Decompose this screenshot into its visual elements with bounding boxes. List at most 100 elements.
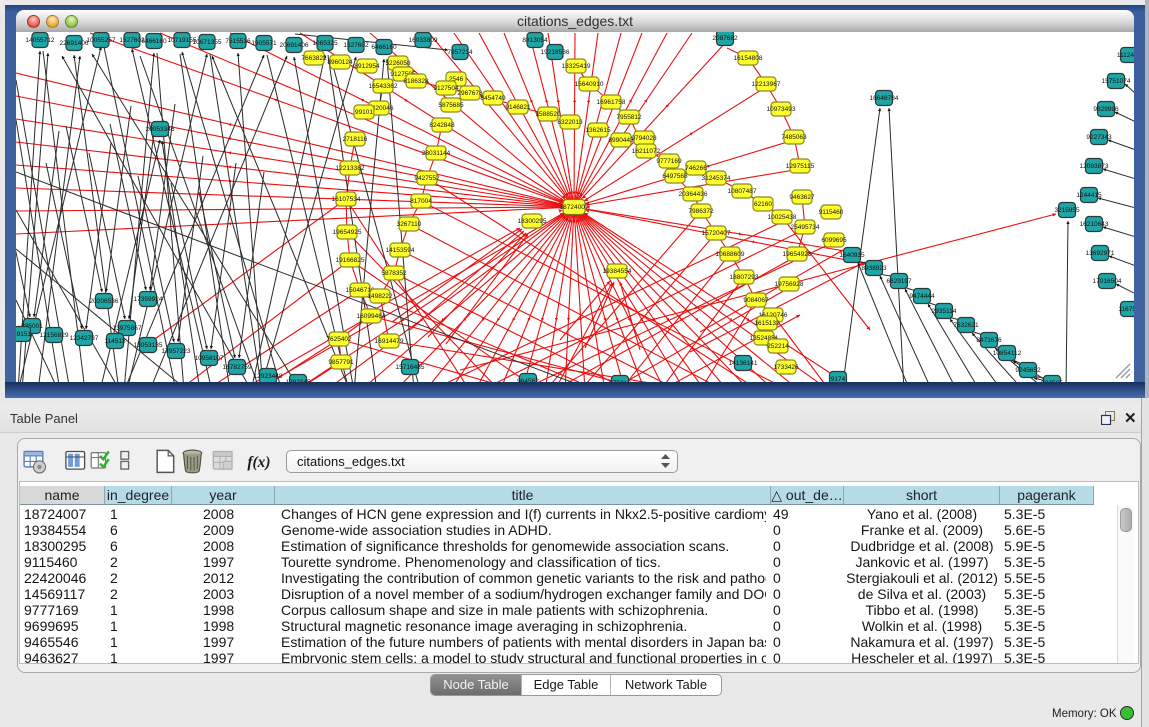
svg-text:13325419: 13325419 — [562, 63, 591, 70]
svg-text:16211072: 16211072 — [632, 148, 661, 155]
svg-text:18300295: 18300295 — [518, 218, 547, 225]
svg-text:17957223: 17957223 — [162, 348, 191, 355]
svg-text:16961758: 16961758 — [597, 99, 626, 106]
svg-text:964562: 964562 — [517, 378, 539, 382]
svg-text:19166825: 19166825 — [336, 257, 365, 264]
svg-text:12975115: 12975115 — [786, 163, 815, 170]
svg-text:18724007: 18724007 — [560, 204, 589, 211]
svg-text:9794028: 9794028 — [631, 135, 657, 142]
svg-text:1112453: 1112453 — [1117, 52, 1134, 59]
svg-text:9174: 9174 — [831, 376, 846, 382]
svg-text:15053135: 15053135 — [134, 342, 163, 349]
svg-text:19384554: 19384554 — [603, 268, 632, 275]
svg-text:5878352: 5878352 — [381, 270, 407, 277]
svg-text:14153594: 14153594 — [386, 247, 415, 254]
svg-text:12213967: 12213967 — [752, 81, 781, 88]
svg-text:16107534: 16107534 — [332, 196, 361, 203]
svg-text:15751074: 15751074 — [1102, 78, 1131, 85]
svg-text:16099464: 16099464 — [357, 313, 386, 320]
svg-text:2718116: 2718116 — [343, 136, 368, 143]
svg-text:14136141: 14136141 — [729, 360, 758, 367]
svg-text:114513: 114513 — [104, 338, 126, 345]
svg-text:8471676: 8471676 — [976, 337, 1002, 344]
svg-text:975312: 975312 — [609, 380, 631, 382]
svg-text:6497568: 6497568 — [662, 173, 688, 180]
svg-text:9115460: 9115460 — [819, 209, 844, 216]
svg-text:16782759: 16782759 — [223, 364, 252, 371]
svg-text:25495734: 25495734 — [791, 224, 820, 231]
svg-text:15716485: 15716485 — [396, 364, 425, 371]
svg-text:8960124: 8960124 — [327, 59, 353, 66]
svg-text:62160: 62160 — [754, 201, 772, 208]
svg-text:31245374: 31245374 — [702, 175, 731, 182]
svg-text:1065325: 1065325 — [312, 40, 338, 47]
svg-text:7485063: 7485063 — [781, 134, 807, 141]
svg-text:9227343: 9227343 — [1086, 134, 1112, 141]
svg-text:19218586: 19218586 — [541, 49, 570, 56]
svg-text:9463627: 9463627 — [789, 194, 815, 201]
svg-text:5875685: 5875685 — [438, 102, 464, 109]
svg-text:6099695: 6099695 — [821, 237, 847, 244]
svg-text:16648784: 16648784 — [870, 95, 899, 102]
svg-text:8186328: 8186328 — [403, 78, 429, 85]
svg-text:12342737: 12342737 — [70, 335, 99, 342]
svg-text:9857791: 9857791 — [328, 359, 354, 366]
svg-text:19756928: 19756928 — [775, 281, 804, 288]
svg-text:1615132: 1615132 — [754, 320, 780, 327]
svg-text:9329996: 9329996 — [1093, 106, 1119, 113]
svg-text:10973493: 10973493 — [767, 106, 796, 113]
svg-text:3215955: 3215955 — [1054, 207, 1080, 214]
svg-text:20364436: 20364436 — [679, 191, 708, 198]
svg-text:7955812: 7955812 — [616, 114, 642, 121]
svg-text:15720407: 15720407 — [702, 230, 731, 237]
svg-text:1362615: 1362615 — [585, 127, 611, 134]
svg-text:817004: 817004 — [410, 198, 432, 205]
svg-text:39151: 39151 — [16, 331, 31, 338]
svg-text:22691406: 22691406 — [60, 40, 89, 47]
svg-text:14055712: 14055712 — [26, 37, 55, 44]
svg-text:12923448: 12923448 — [254, 373, 283, 380]
svg-text:6466160: 6466160 — [371, 44, 397, 51]
svg-text:9474444: 9474444 — [909, 293, 935, 300]
svg-text:28031144: 28031144 — [422, 150, 451, 157]
svg-text:f(x): f(x) — [247, 454, 270, 471]
svg-text:5226058: 5226058 — [385, 60, 411, 67]
svg-text:20691406: 20691406 — [280, 42, 309, 49]
svg-text:9245652: 9245652 — [1015, 367, 1041, 374]
svg-text:8813054: 8813054 — [522, 37, 548, 44]
svg-text:1527602: 1527602 — [343, 42, 369, 49]
svg-text:746266: 746266 — [685, 165, 707, 172]
svg-text:9146821: 9146821 — [505, 104, 531, 111]
svg-text:10055257: 10055257 — [87, 37, 116, 44]
svg-text:1588520: 1588520 — [535, 111, 561, 118]
svg-text:6322013: 6322013 — [557, 119, 583, 126]
svg-text:924565: 924565 — [1041, 380, 1063, 382]
svg-text:13692971: 13692971 — [1086, 250, 1115, 257]
svg-text:1244415: 1244415 — [1076, 192, 1102, 199]
svg-text:17359924: 17359924 — [134, 296, 163, 303]
svg-text:116753: 116753 — [1118, 306, 1134, 313]
svg-text:1733426: 1733426 — [773, 364, 799, 371]
svg-text:7625402: 7625402 — [326, 336, 352, 343]
svg-text:3267110: 3267110 — [397, 221, 422, 228]
svg-text:7515536: 7515536 — [225, 38, 251, 45]
svg-text:1640935: 1640935 — [839, 252, 865, 259]
svg-text:12213382: 12213382 — [336, 165, 365, 172]
svg-text:19654925: 19654925 — [333, 229, 362, 236]
svg-text:10958107: 10958107 — [195, 355, 224, 362]
svg-text:19654923: 19654923 — [783, 251, 812, 258]
svg-text:6629197: 6629197 — [886, 278, 912, 285]
svg-text:9427552: 9427552 — [414, 175, 440, 182]
svg-text:7857234: 7857234 — [447, 49, 473, 56]
svg-text:20053346: 20053346 — [146, 126, 175, 133]
svg-text:2967678: 2967678 — [457, 90, 483, 97]
svg-text:7663822: 7663822 — [301, 55, 327, 62]
svg-text:17016504: 17016504 — [1093, 278, 1122, 285]
svg-text:16210643: 16210643 — [1080, 221, 1109, 228]
svg-text:9777169: 9777169 — [656, 158, 682, 165]
svg-text:8242848: 8242848 — [429, 122, 455, 129]
svg-text:10807487: 10807487 — [728, 188, 757, 195]
svg-text:1905571: 1905571 — [251, 40, 277, 47]
svg-text:10025438: 10025438 — [768, 214, 797, 221]
svg-text:2935114: 2935114 — [932, 308, 957, 315]
